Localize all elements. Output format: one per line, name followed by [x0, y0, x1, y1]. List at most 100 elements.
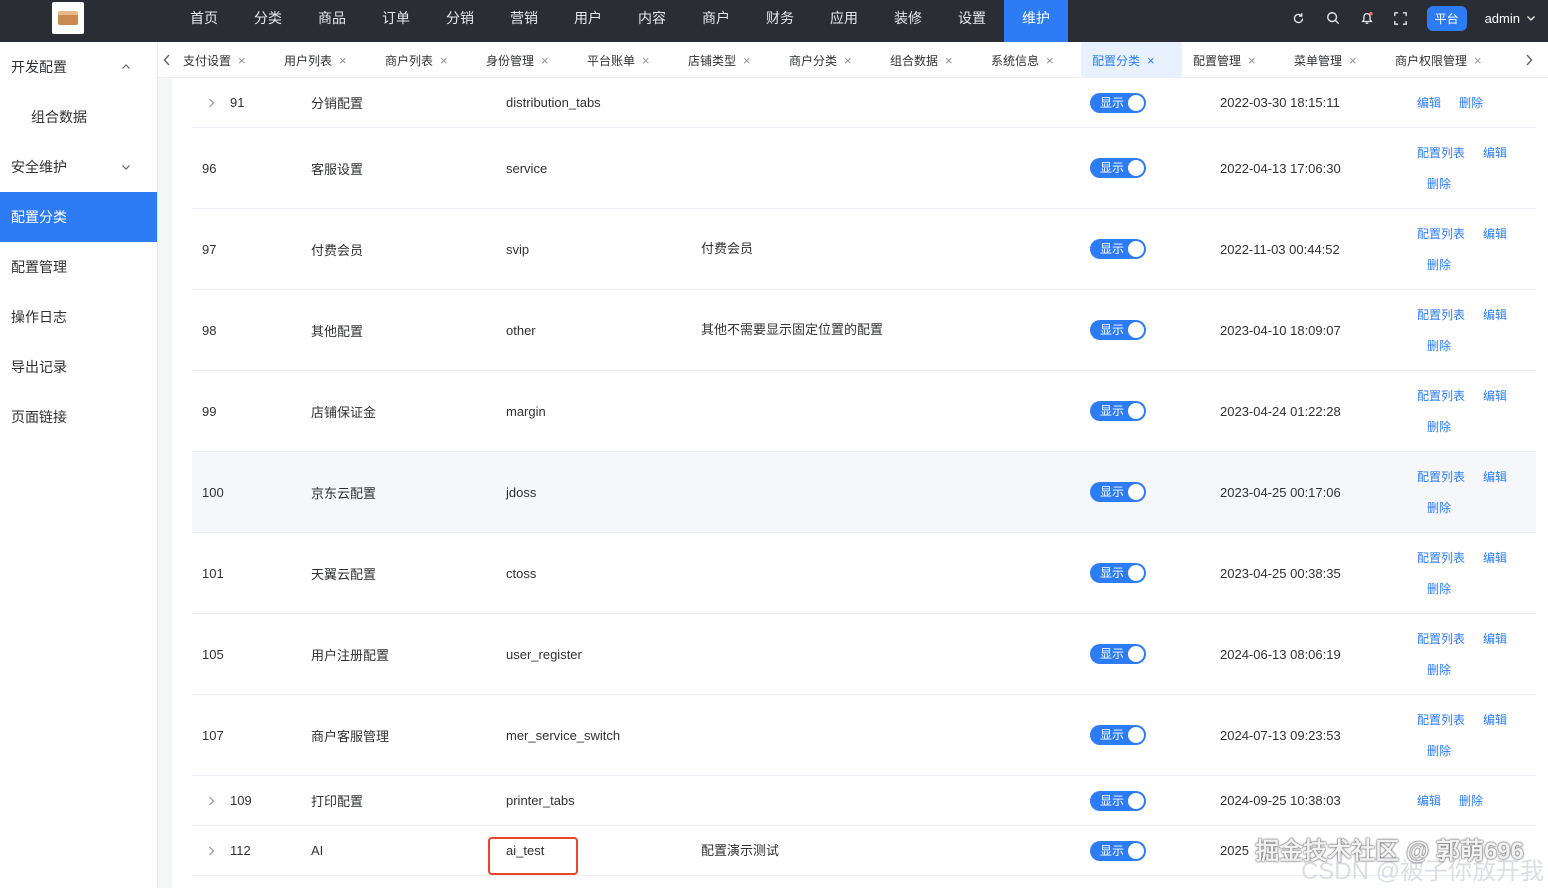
edit-link[interactable]: 编辑	[1483, 387, 1507, 404]
delete-link[interactable]: 删除	[1459, 792, 1483, 809]
nav-item-1[interactable]: 分类	[236, 0, 300, 42]
delete-link[interactable]: 删除	[1427, 418, 1451, 435]
config-list-link[interactable]: 配置列表	[1417, 468, 1465, 485]
sidebar-item-6[interactable]: 导出记录	[0, 342, 157, 392]
tab-3[interactable]: 身份管理 ×	[475, 42, 576, 78]
nav-item-13[interactable]: 维护	[1004, 0, 1068, 42]
delete-link[interactable]: 删除	[1427, 499, 1451, 516]
fullscreen-icon[interactable]	[1393, 10, 1409, 26]
close-icon[interactable]: ×	[1248, 53, 1256, 68]
config-list-link[interactable]: 配置列表	[1417, 711, 1465, 728]
close-icon[interactable]: ×	[844, 53, 852, 68]
close-icon[interactable]: ×	[440, 53, 448, 68]
delete-link[interactable]: 删除	[1427, 175, 1451, 192]
config-list-link[interactable]: 配置列表	[1417, 630, 1465, 647]
nav-item-5[interactable]: 营销	[492, 0, 556, 42]
nav-item-8[interactable]: 商户	[684, 0, 748, 42]
tab-6[interactable]: 商户分类 ×	[778, 42, 879, 78]
nav-item-4[interactable]: 分销	[428, 0, 492, 42]
status-toggle[interactable]: 显示	[1090, 644, 1146, 664]
edit-link[interactable]: 编辑	[1417, 94, 1441, 111]
delete-link[interactable]: 删除	[1459, 94, 1483, 111]
close-icon[interactable]: ×	[1046, 53, 1054, 68]
nav-item-10[interactable]: 应用	[812, 0, 876, 42]
platform-badge[interactable]: 平台	[1426, 5, 1467, 31]
bell-icon[interactable]	[1359, 10, 1375, 26]
nav-item-7[interactable]: 内容	[620, 0, 684, 42]
sidebar-item-2[interactable]: 安全维护	[0, 142, 157, 192]
nav-item-2[interactable]: 商品	[300, 0, 364, 42]
nav-item-3[interactable]: 订单	[364, 0, 428, 42]
delete-link[interactable]: 删除	[1427, 256, 1451, 273]
status-toggle[interactable]: 显示	[1090, 563, 1146, 583]
user-menu[interactable]: admin	[1485, 11, 1536, 26]
expand-chevron-icon[interactable]	[208, 796, 220, 806]
close-icon[interactable]: ×	[743, 53, 751, 68]
status-toggle[interactable]: 显示	[1090, 790, 1146, 811]
expand-chevron-icon[interactable]	[208, 98, 220, 108]
close-icon[interactable]: ×	[541, 53, 549, 68]
sidebar-item-4[interactable]: 配置管理	[0, 242, 157, 292]
edit-link[interactable]: 编辑	[1417, 792, 1441, 809]
status-toggle[interactable]: 显示	[1090, 482, 1146, 502]
tab-1[interactable]: 用户列表 ×	[273, 42, 374, 78]
config-list-link[interactable]: 配置列表	[1417, 387, 1465, 404]
cell-key: printer_tabs	[506, 793, 575, 808]
sidebar-item-3[interactable]: 配置分类	[0, 192, 157, 242]
sidebar-item-7[interactable]: 页面链接	[0, 392, 157, 442]
tab-0[interactable]: 支付设置 ×	[172, 42, 273, 78]
tab-5[interactable]: 店铺类型 ×	[677, 42, 778, 78]
status-toggle[interactable]: 显示	[1090, 401, 1146, 421]
delete-link[interactable]: 删除	[1427, 742, 1451, 759]
tab-scroll-right-icon[interactable]	[1520, 42, 1538, 78]
cell-id: 99	[202, 371, 216, 451]
delete-link[interactable]: 删除	[1427, 661, 1451, 678]
config-list-link[interactable]: 配置列表	[1417, 549, 1465, 566]
close-icon[interactable]: ×	[238, 53, 246, 68]
status-toggle[interactable]: 显示	[1090, 92, 1146, 113]
status-toggle[interactable]: 显示	[1090, 239, 1146, 259]
tab-12[interactable]: 商户权限管理 ×	[1384, 42, 1485, 78]
tab-10[interactable]: 配置管理 ×	[1182, 42, 1283, 78]
config-list-link[interactable]: 配置列表	[1417, 144, 1465, 161]
nav-item-9[interactable]: 财务	[748, 0, 812, 42]
app-logo[interactable]	[52, 2, 84, 34]
close-icon[interactable]: ×	[945, 53, 953, 68]
delete-link[interactable]: 删除	[1427, 337, 1451, 354]
edit-link[interactable]: 编辑	[1483, 225, 1507, 242]
refresh-icon[interactable]	[1291, 10, 1307, 26]
status-toggle[interactable]: 显示	[1090, 158, 1146, 178]
sidebar-item-5[interactable]: 操作日志	[0, 292, 157, 342]
tab-8[interactable]: 系统信息 ×	[980, 42, 1081, 78]
delete-link[interactable]: 删除	[1427, 580, 1451, 597]
status-toggle[interactable]: 显示	[1090, 840, 1146, 861]
nav-item-0[interactable]: 首页	[172, 0, 236, 42]
status-toggle[interactable]: 显示	[1090, 320, 1146, 340]
close-icon[interactable]: ×	[1147, 53, 1155, 68]
edit-link[interactable]: 编辑	[1483, 711, 1507, 728]
status-toggle[interactable]: 显示	[1090, 725, 1146, 745]
nav-item-6[interactable]: 用户	[556, 0, 620, 42]
sidebar-item-1[interactable]: 组合数据	[0, 92, 157, 142]
edit-link[interactable]: 编辑	[1483, 630, 1507, 647]
close-icon[interactable]: ×	[642, 53, 650, 68]
close-icon[interactable]: ×	[1474, 53, 1482, 68]
edit-link[interactable]: 编辑	[1483, 468, 1507, 485]
edit-link[interactable]: 编辑	[1483, 144, 1507, 161]
tab-11[interactable]: 菜单管理 ×	[1283, 42, 1384, 78]
close-icon[interactable]: ×	[339, 53, 347, 68]
config-list-link[interactable]: 配置列表	[1417, 225, 1465, 242]
nav-item-11[interactable]: 装修	[876, 0, 940, 42]
close-icon[interactable]: ×	[1349, 53, 1357, 68]
config-list-link[interactable]: 配置列表	[1417, 306, 1465, 323]
expand-chevron-icon[interactable]	[208, 846, 220, 856]
nav-item-12[interactable]: 设置	[940, 0, 1004, 42]
tab-4[interactable]: 平台账单 ×	[576, 42, 677, 78]
tab-2[interactable]: 商户列表 ×	[374, 42, 475, 78]
edit-link[interactable]: 编辑	[1483, 549, 1507, 566]
tab-7[interactable]: 组合数据 ×	[879, 42, 980, 78]
edit-link[interactable]: 编辑	[1483, 306, 1507, 323]
tab-9[interactable]: 配置分类 ×	[1081, 42, 1182, 78]
sidebar-item-0[interactable]: 开发配置	[0, 42, 157, 92]
search-icon[interactable]	[1325, 10, 1341, 26]
